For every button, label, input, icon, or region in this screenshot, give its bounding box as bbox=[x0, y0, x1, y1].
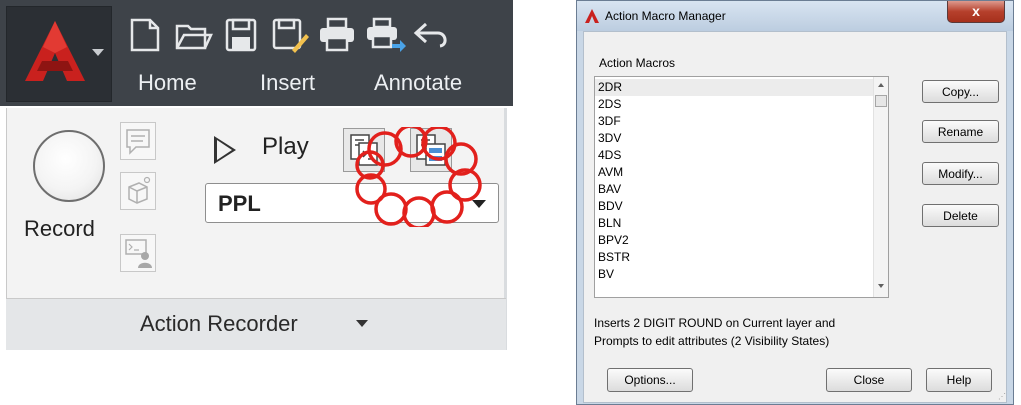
list-item[interactable]: BV bbox=[595, 266, 873, 283]
action-macros-label: Action Macros bbox=[599, 56, 676, 70]
close-icon: x bbox=[972, 3, 980, 19]
copy-button[interactable]: Copy... bbox=[922, 80, 999, 103]
description-line: Prompts to edit attributes (2 Visibility… bbox=[594, 334, 830, 348]
user-input-icon bbox=[128, 176, 151, 204]
ribbon-tabs: Home Insert Annotate bbox=[120, 60, 513, 106]
publish-icon[interactable] bbox=[364, 14, 406, 56]
action-macro-select[interactable]: PPL bbox=[205, 183, 499, 223]
quick-access-toolbar bbox=[120, 14, 513, 58]
play-icon[interactable] bbox=[214, 136, 236, 164]
preference-button[interactable] bbox=[343, 128, 385, 172]
chevron-down-icon bbox=[92, 49, 104, 56]
tab-insert[interactable]: Insert bbox=[260, 70, 315, 96]
tab-home[interactable]: Home bbox=[138, 70, 197, 96]
resize-grip-icon[interactable]: ⋰ bbox=[998, 392, 1006, 401]
list-item[interactable]: BPV2 bbox=[595, 232, 873, 249]
plot-icon[interactable] bbox=[316, 14, 358, 56]
rename-button[interactable]: Rename bbox=[922, 120, 999, 143]
list-item[interactable]: 4DS bbox=[595, 147, 873, 164]
dialog-title-bar[interactable]: Action Macro Manager x bbox=[577, 1, 1013, 31]
action-macros-list[interactable]: 2DR 2DS 3DF 3DV 4DS AVM BAV BDV BLN BPV2 BSTR BV bbox=[594, 76, 889, 298]
tab-annotate[interactable]: Annotate bbox=[374, 70, 462, 96]
message-icon bbox=[126, 129, 150, 155]
application-menu-button[interactable] bbox=[6, 6, 112, 102]
new-icon[interactable] bbox=[124, 14, 166, 56]
action-macro-manager-dialog: Action Macro Manager x Action Macros 2DR… bbox=[576, 0, 1014, 405]
manage-macros-icon bbox=[416, 134, 446, 166]
close-window-button[interactable]: x bbox=[947, 1, 1005, 23]
list-item[interactable]: BSTR bbox=[595, 249, 873, 266]
scroll-thumb[interactable] bbox=[875, 95, 887, 107]
close-button[interactable]: Close bbox=[826, 368, 912, 392]
list-item[interactable]: BLN bbox=[595, 215, 873, 232]
panel-title[interactable]: Action Recorder bbox=[140, 311, 298, 337]
options-button[interactable]: Options... bbox=[607, 368, 693, 392]
scroll-down-icon[interactable] bbox=[878, 284, 884, 288]
ribbon-header: Home Insert Annotate bbox=[0, 0, 513, 106]
request-user-input-button[interactable] bbox=[120, 172, 156, 210]
modify-button[interactable]: Modify... bbox=[922, 162, 999, 185]
help-button[interactable]: Help bbox=[926, 368, 992, 392]
select-base-point-button[interactable] bbox=[120, 234, 156, 272]
manage-action-macros-button[interactable] bbox=[410, 128, 452, 172]
scroll-up-icon[interactable] bbox=[878, 83, 884, 87]
base-point-icon bbox=[125, 239, 152, 268]
save-as-icon[interactable] bbox=[268, 14, 310, 56]
open-icon[interactable] bbox=[172, 14, 214, 56]
chevron-down-icon[interactable] bbox=[356, 320, 368, 327]
dialog-body: Action Macros 2DR 2DS 3DF 3DV 4DS AVM BAV BDV BL… bbox=[583, 31, 1007, 403]
autocad-logo-icon bbox=[25, 21, 85, 81]
record-button[interactable] bbox=[33, 130, 105, 202]
list-item[interactable]: BAV bbox=[595, 181, 873, 198]
delete-button[interactable]: Delete bbox=[922, 204, 999, 227]
dialog-title: Action Macro Manager bbox=[605, 9, 726, 23]
action-tree-icon bbox=[350, 134, 378, 166]
panel-title-bar[interactable]: Action Recorder bbox=[6, 298, 506, 350]
ribbon-panel: Home Insert Annotate Record Play PPL Act… bbox=[0, 0, 513, 350]
autocad-logo-icon bbox=[585, 9, 599, 23]
insert-message-button[interactable] bbox=[120, 122, 156, 160]
play-label[interactable]: Play bbox=[262, 133, 309, 161]
macro-list-items: 2DR 2DS 3DF 3DV 4DS AVM BAV BDV BLN BPV2 BSTR BV bbox=[595, 79, 873, 283]
save-icon[interactable] bbox=[220, 14, 262, 56]
macro-description: Inserts 2 DIGIT ROUND on Current layer a… bbox=[594, 314, 894, 350]
record-label[interactable]: Record bbox=[24, 216, 95, 242]
macro-select-value: PPL bbox=[218, 191, 261, 216]
description-line: Inserts 2 DIGIT ROUND on Current layer a… bbox=[594, 316, 836, 330]
action-recorder-panel-body: Record Play PPL bbox=[6, 108, 506, 298]
list-item[interactable]: 2DR bbox=[595, 79, 873, 96]
list-item[interactable]: 2DS bbox=[595, 96, 873, 113]
undo-icon[interactable] bbox=[412, 14, 454, 56]
list-item[interactable]: BDV bbox=[595, 198, 873, 215]
list-item[interactable]: 3DF bbox=[595, 113, 873, 130]
list-item[interactable]: AVM bbox=[595, 164, 873, 181]
list-item[interactable]: 3DV bbox=[595, 130, 873, 147]
chevron-down-icon[interactable] bbox=[472, 200, 486, 208]
list-scrollbar[interactable] bbox=[873, 77, 888, 297]
